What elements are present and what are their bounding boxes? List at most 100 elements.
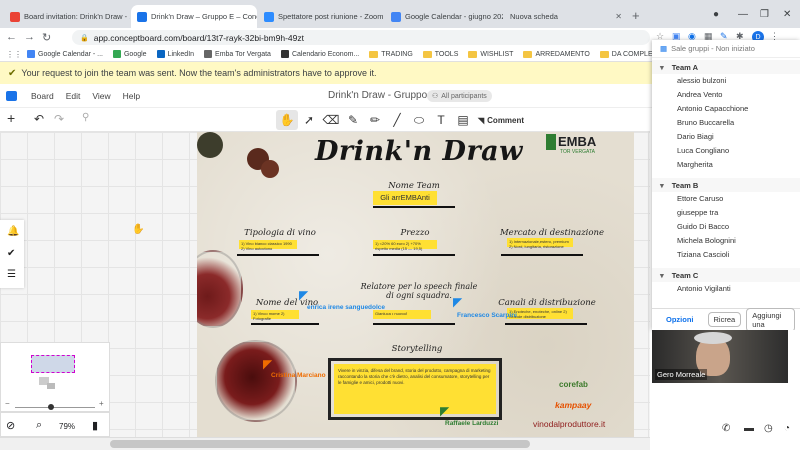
presentation-icon[interactable]: ▮ (92, 419, 98, 432)
eraser-icon[interactable]: ⌫ (320, 110, 342, 130)
breakout-member[interactable]: Tiziana Cascioli (677, 250, 729, 259)
close-icon[interactable]: ✕ (611, 12, 622, 21)
maximize-icon[interactable]: ❐ (760, 9, 769, 20)
toolbar: + ↶ ↷ ⚲ ✋ ➚ ⌫ ✎ ✏ ╱ ⬭ T ▤ ◥ Comment (0, 108, 650, 132)
forward-icon[interactable]: → (24, 31, 35, 43)
relatore-sticky[interactable]: Gianluca • nuovo/i (373, 310, 431, 319)
conceptboard-logo-icon[interactable] (6, 90, 17, 101)
zoom-out-icon[interactable]: − (5, 399, 10, 408)
shape-tool-icon[interactable]: ⬭ (408, 110, 430, 130)
bookmark-item[interactable]: Emba Tor Vergata (204, 50, 271, 58)
record-icon[interactable]: ● (713, 9, 719, 20)
menu-edit[interactable]: Edit (66, 91, 81, 101)
close-window-icon[interactable]: ✕ (783, 9, 791, 20)
bookmark-item[interactable]: LinkedIn (156, 50, 194, 58)
tab-zoom[interactable]: Spettatore post riunione - Zoom ✕ (258, 5, 384, 28)
add-icon[interactable]: + (7, 110, 15, 126)
breakout-member[interactable]: Michela Bolognini (677, 236, 736, 245)
breakout-member[interactable]: giuseppe tra (677, 208, 718, 217)
hand-tool-icon[interactable]: ✋ (276, 110, 298, 130)
breakout-member[interactable]: Antonio Vigilanti (677, 284, 731, 293)
scrollbar-thumb[interactable] (110, 440, 530, 448)
breakout-member[interactable]: alessio bulzoni (677, 76, 726, 85)
bookmark-item[interactable]: TRADING (369, 50, 413, 58)
chevron-down-icon[interactable]: ▾ (660, 181, 664, 190)
breakout-room-name: Team A (671, 62, 699, 72)
bookmark-item[interactable]: ARREDAMENTO (523, 50, 590, 58)
bookmark-item[interactable]: WISHLIST (468, 50, 513, 58)
horizontal-scrollbar[interactable] (0, 437, 650, 450)
board-content[interactable]: Drink'n Draw EMBA TOR VERGATA Nome Team … (197, 132, 634, 437)
tab-drinkndraw[interactable]: Drink'n Draw – Gruppo E – Conc... ✕ (131, 5, 257, 28)
text-tool-icon[interactable]: T (430, 110, 452, 130)
timer-icon[interactable]: ◷ (764, 423, 773, 434)
bookmark-item[interactable]: TOOLS (422, 50, 458, 58)
left-side-panel: 🔔 ✔ ☰ (0, 220, 24, 288)
breakout-member[interactable]: Antonio Capacchione (677, 104, 748, 113)
back-icon[interactable]: ← (6, 31, 17, 43)
minimap[interactable] (0, 342, 110, 412)
compass-icon[interactable]: ⊘ (6, 419, 15, 432)
close-icon[interactable]: ✕ (383, 12, 384, 21)
mercato-sticky[interactable]: 1) Internazionale,estero, premium 2) Nor… (507, 238, 573, 249)
breakout-room-header[interactable]: ▾ Team A (652, 60, 800, 74)
zoom-level[interactable]: 79% (59, 422, 75, 431)
bookmark-item[interactable]: Google (112, 50, 147, 58)
tab-board-invitation[interactable]: Board invitation: Drink'n Draw - ... ✕ (4, 5, 130, 28)
breakout-member[interactable]: Ettore Caruso (677, 194, 723, 203)
menu-board[interactable]: Board (31, 91, 54, 101)
breakout-member[interactable]: Guido Di Bacco (677, 222, 729, 231)
format-painter-icon[interactable]: ⚲ (82, 112, 89, 123)
options-button[interactable]: Opzioni (666, 315, 694, 324)
nome-vino-sticky[interactable]: 1) Vinco mome 2) Fotografie (251, 310, 299, 321)
pen-tool-icon[interactable]: ✎ (342, 110, 364, 130)
tipologia-sticky[interactable]: 1) Vino bianco classico 1990 2) Vino aut… (239, 240, 297, 251)
marker-icon[interactable]: ✏ (364, 110, 386, 130)
redo-icon[interactable]: ↷ (54, 112, 64, 126)
minimap-viewport[interactable] (31, 355, 75, 373)
zoom-slider-track[interactable] (15, 407, 95, 408)
prezzo-sticky[interactable]: 1) <20% 60 euro 2) +70% rispetto media (… (373, 240, 437, 251)
select-tool-icon[interactable]: ➚ (298, 110, 320, 130)
zoom-slider-handle[interactable] (48, 404, 54, 410)
url-input[interactable]: 🔒 app.conceptboard.com/board/13t7-rayk-3… (72, 30, 650, 45)
breakout-room-header[interactable]: ▾ Team C (652, 268, 800, 282)
zoom-in-icon[interactable]: + (99, 399, 104, 408)
phone-icon[interactable]: ✆ (722, 423, 730, 434)
add-room-button[interactable]: Aggiungi una (746, 307, 795, 332)
menu-view[interactable]: View (92, 91, 110, 101)
chat-icon[interactable]: ▬ (744, 423, 754, 434)
storytelling-sticky[interactable]: Vivere in vinzia, difesa del brand, stor… (334, 364, 496, 414)
check-icon[interactable]: ✔ (7, 248, 15, 259)
breakout-member[interactable]: Luca Congliano (677, 146, 729, 155)
participants-badge[interactable]: ⚇ All participants (427, 90, 492, 102)
menu-help[interactable]: Help (123, 91, 140, 101)
video-tile[interactable]: Gero Morreale (652, 330, 788, 383)
tab-google-calendar[interactable]: Google Calendar - giugno 2021 ✕ (385, 5, 503, 28)
search-icon[interactable]: ⌕ (36, 419, 42, 432)
new-tab-icon[interactable]: + (632, 8, 640, 23)
recreate-button[interactable]: Ricrea (707, 312, 742, 327)
bookmark-item[interactable]: Google Calendar - ... (27, 50, 103, 58)
board-title[interactable]: Drink'n Draw - Gruppo E (328, 90, 437, 101)
team-name-sticky[interactable]: Gli arrEMBAnti (373, 191, 437, 205)
comment-button[interactable]: ◥ Comment (478, 110, 524, 130)
sticky-note-icon[interactable]: ▤ (452, 110, 474, 130)
chevron-down-icon[interactable]: ▾ (660, 63, 664, 72)
reload-icon[interactable]: ↻ (42, 31, 51, 44)
undo-icon[interactable]: ↶ (34, 112, 44, 126)
chevron-down-icon[interactable]: ▾ (660, 271, 664, 280)
apps-icon[interactable]: ⋮⋮ (6, 50, 22, 59)
list-icon[interactable]: ☰ (7, 269, 16, 280)
breakout-room-header[interactable]: ▾ Team B (652, 178, 800, 192)
tab-new[interactable]: Nuova scheda ✕ (504, 5, 628, 28)
breakout-member[interactable]: Margherita (677, 160, 713, 169)
clock-icon[interactable]: ◔ (784, 423, 790, 434)
line-tool-icon[interactable]: ╱ (386, 110, 408, 130)
breakout-member[interactable]: Bruno Buccarella (677, 118, 734, 127)
breakout-member[interactable]: Dario Biagi (677, 132, 714, 141)
breakout-member[interactable]: Andrea Vento (677, 90, 722, 99)
bell-icon[interactable]: 🔔 (7, 226, 19, 237)
minimize-icon[interactable]: — (738, 9, 748, 20)
bookmark-item[interactable]: Calendario Econom... (280, 50, 359, 58)
